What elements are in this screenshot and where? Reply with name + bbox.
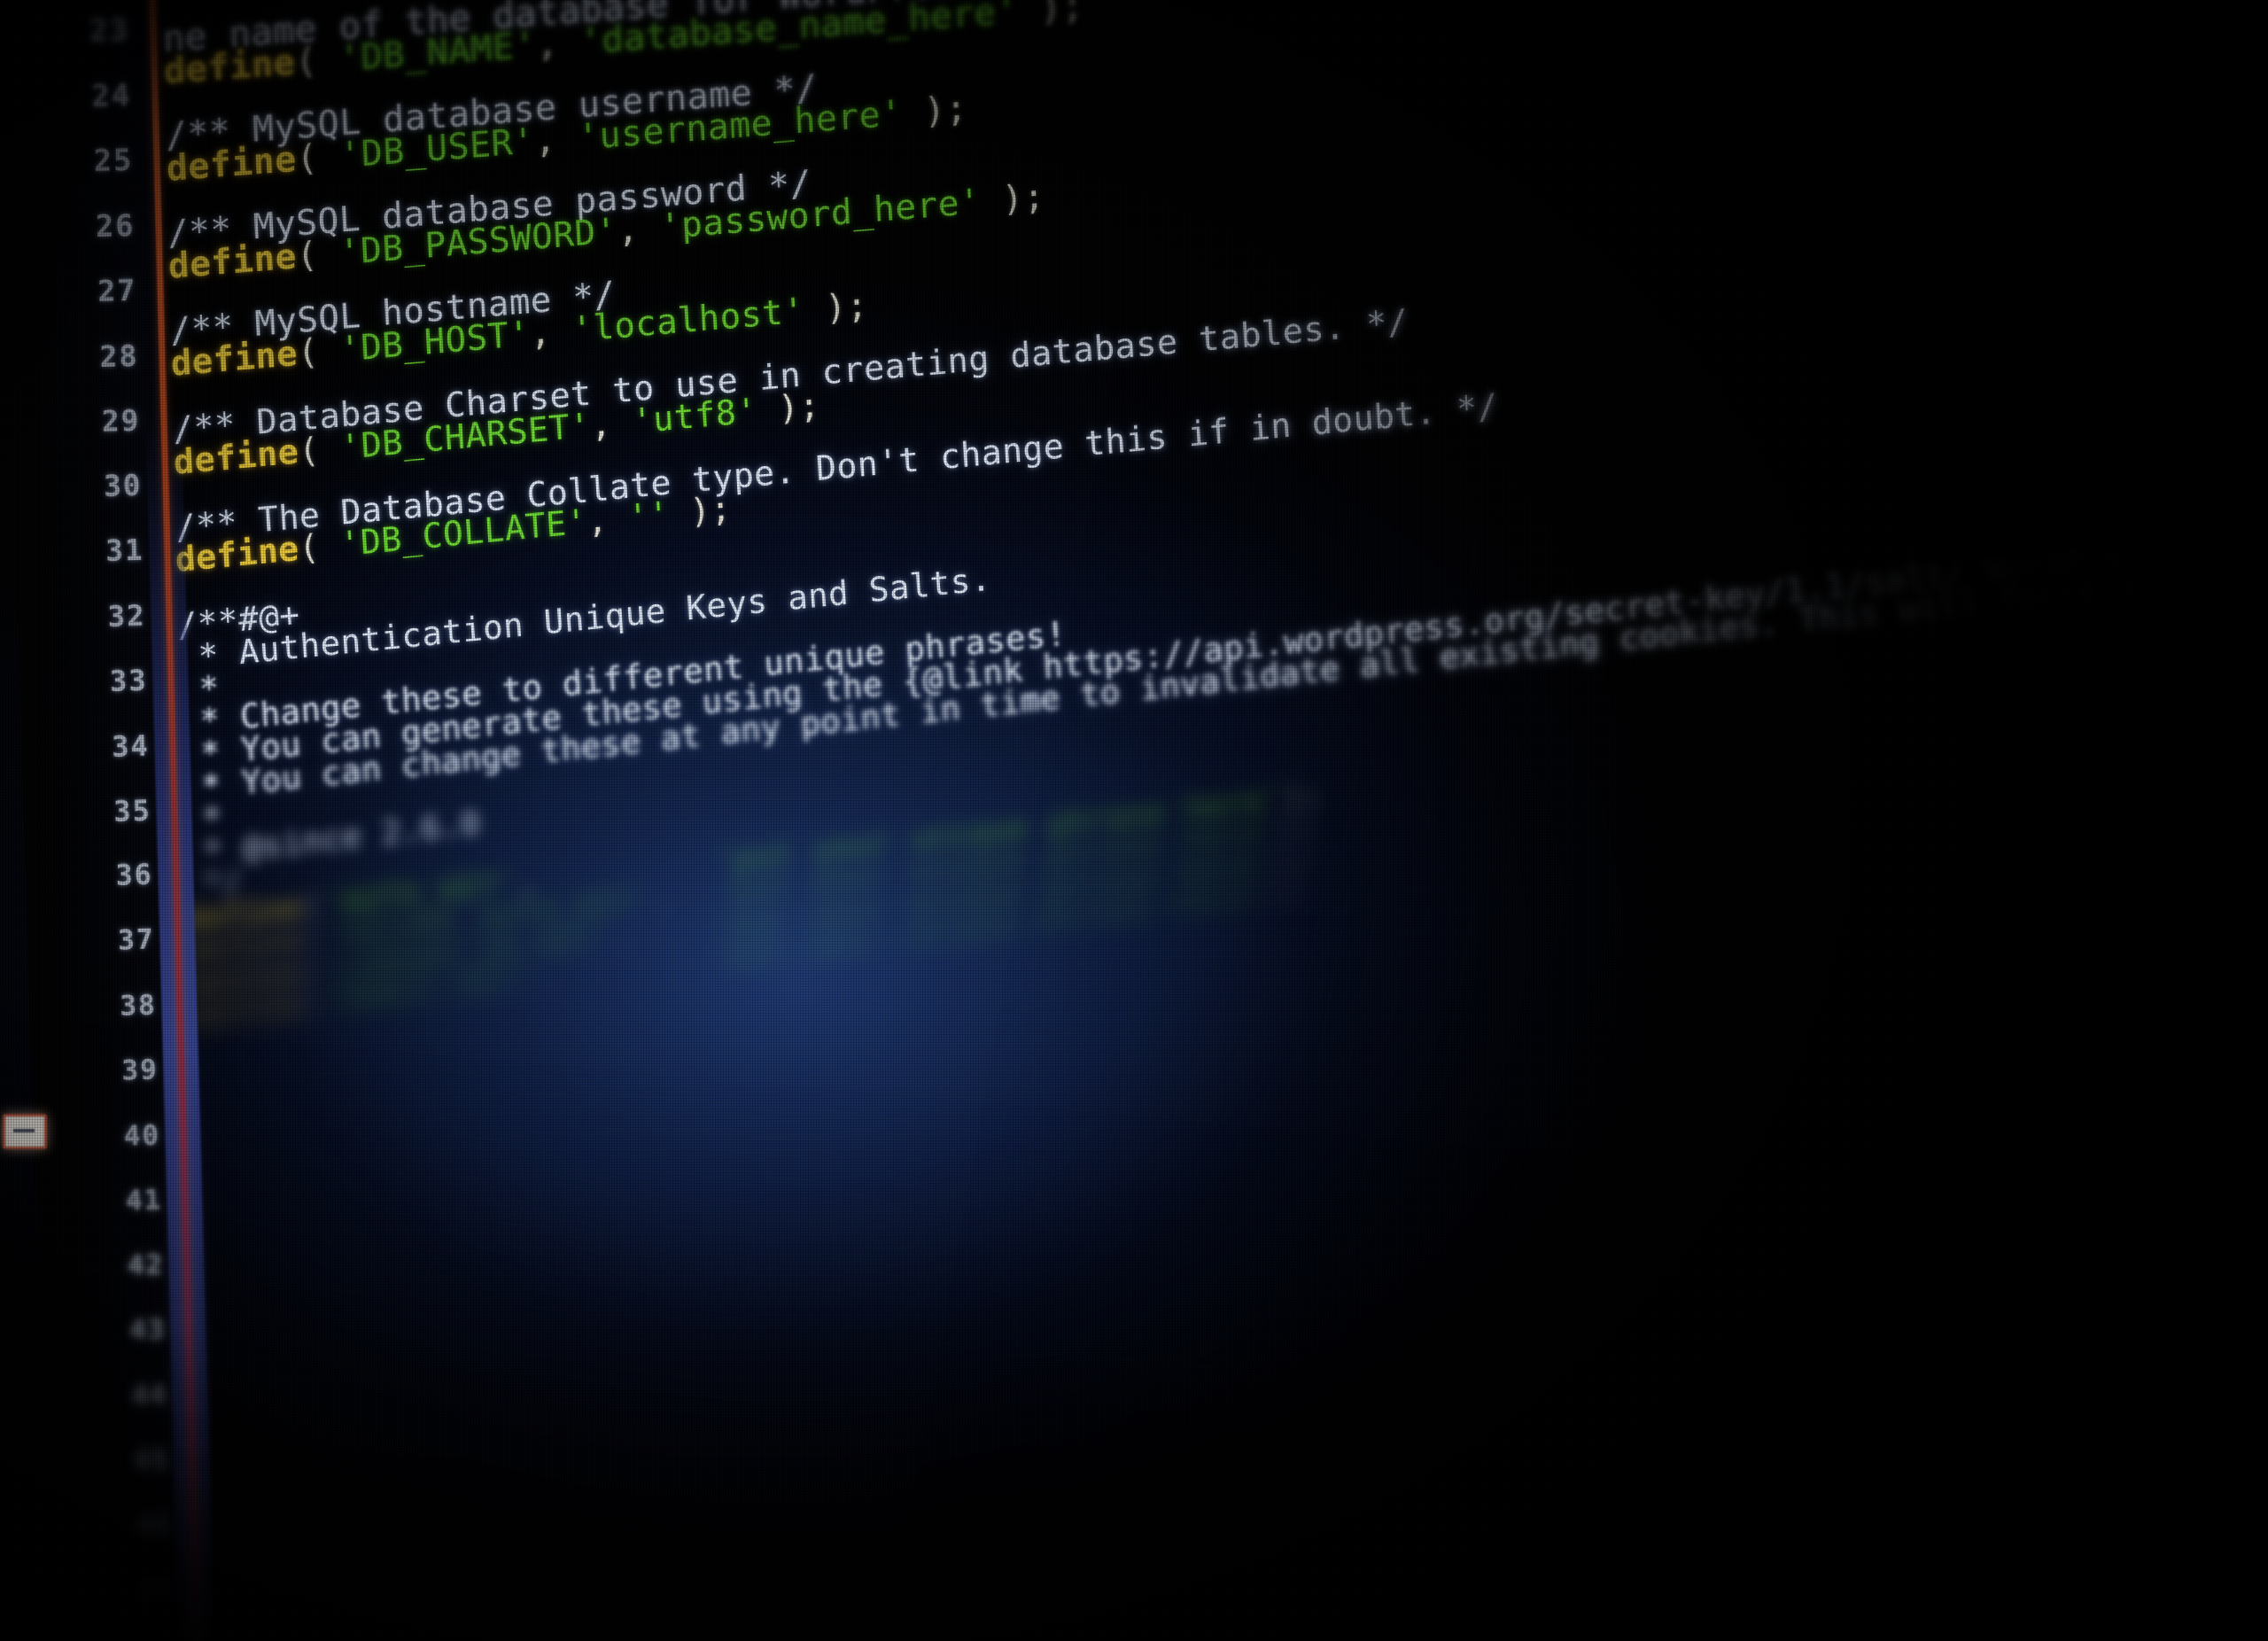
- code-token-pun: ,: [528, 310, 574, 354]
- line-number: 44: [131, 1379, 168, 1412]
- line-number: 32: [107, 598, 147, 634]
- line-number: 47: [137, 1575, 174, 1607]
- code-fold-collapse-icon[interactable]: [3, 1114, 47, 1149]
- line-number: 31: [105, 533, 145, 568]
- line-number: 35: [113, 793, 152, 828]
- line-number: 37: [117, 923, 156, 957]
- code-token-pun: (: [297, 427, 342, 472]
- line-number: 45: [133, 1444, 170, 1477]
- line-number: 25: [93, 142, 134, 179]
- line-number: 29: [101, 402, 141, 439]
- line-number: 40: [123, 1118, 161, 1153]
- code-token-pun: );: [1269, 869, 1311, 911]
- line-number: 33: [109, 663, 149, 698]
- monitor-screen: 23 24 25 26 27 28 29 30 31 32 33 34 35 36 37 38 39 40 41 42…: [0, 0, 2268, 1641]
- code-token-pun: (: [295, 135, 341, 180]
- line-number: 24: [90, 77, 132, 113]
- line-number: 46: [135, 1509, 172, 1542]
- line-number: 26: [95, 207, 136, 244]
- code-token-pun: ,: [586, 498, 630, 541]
- code-token-pun: ,: [616, 206, 662, 252]
- line-number: 30: [103, 468, 143, 503]
- code-token-pun: );: [980, 175, 1046, 222]
- code-token-pun: (: [295, 232, 341, 277]
- line-number: 34: [111, 728, 151, 764]
- line-number: 28: [98, 338, 139, 374]
- code-token-pun: ,: [532, 117, 579, 162]
- code-token-pun: );: [901, 88, 968, 134]
- code-token-pun: (: [294, 37, 340, 83]
- line-number: 42: [127, 1248, 165, 1282]
- line-number: 41: [125, 1184, 163, 1217]
- line-number: 36: [115, 859, 154, 892]
- code-token-pun: );: [1016, 0, 1085, 32]
- line-number: 39: [120, 1054, 159, 1087]
- code-token-pun: ,: [535, 20, 581, 66]
- code-token-pun: );: [668, 488, 734, 534]
- code-token-pun: (: [296, 330, 341, 374]
- line-number: 43: [129, 1314, 167, 1347]
- line-number: 38: [119, 989, 158, 1023]
- code-text-area[interactable]: ne name of the database for WordPress. Y…: [156, 0, 2268, 1641]
- code-token-pun: );: [756, 385, 821, 431]
- code-token-pun: );: [803, 285, 869, 331]
- code-token-pun: ,: [588, 401, 633, 446]
- line-number: 27: [97, 272, 137, 309]
- line-number: 23: [89, 12, 130, 50]
- code-token-pun: (: [298, 525, 342, 569]
- code-token-str: '': [627, 494, 672, 538]
